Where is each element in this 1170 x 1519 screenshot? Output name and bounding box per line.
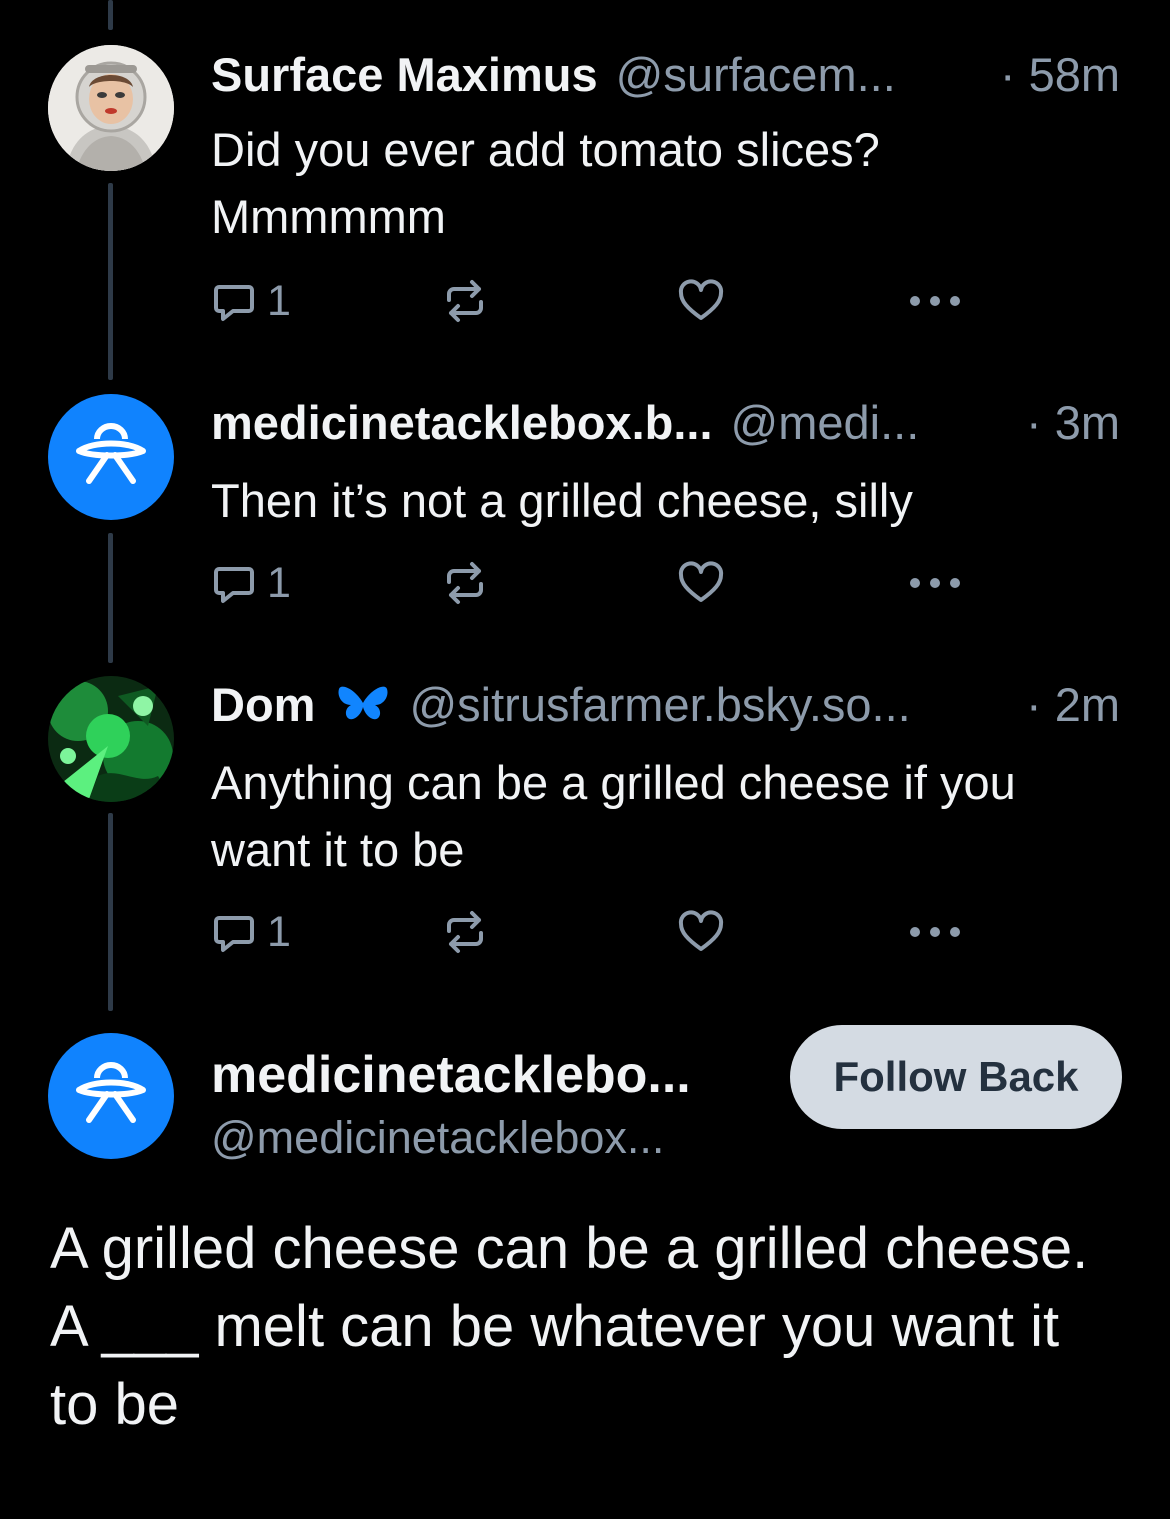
reply-count: 1 [267,276,291,325]
post-time[interactable]: · 2m [1026,677,1120,732]
thread-line [108,183,113,380]
avatar[interactable] [48,1033,174,1159]
like-button[interactable] [677,558,725,608]
default-avatar-icon [76,423,146,484]
author-handle[interactable]: @surfacem... [616,47,896,102]
more-button[interactable] [907,907,963,957]
like-icon [678,561,724,602]
more-icon [910,578,960,588]
reply-icon [214,567,254,603]
butterfly-icon [338,686,388,720]
post-header: Surface Maximus @surfacem... · 58m [211,46,1120,102]
post-text: Then it’s not a grilled cheese, silly [211,474,913,527]
more-icon [910,927,960,937]
repost-button[interactable] [441,276,489,326]
more-button[interactable] [907,558,963,608]
post-actions: 1 [211,276,971,326]
avatar[interactable] [48,676,174,802]
author-handle[interactable]: @sitrusfarmer.bsky.so... [409,677,910,732]
astronaut-avatar-icon [48,45,174,171]
reply-count: 1 [267,558,291,607]
default-avatar-icon [76,1062,146,1123]
post-header: Dom @sitrusfarmer.bsky.so... · 2m [211,676,1120,732]
repost-icon [447,562,483,604]
author-handle[interactable]: @medi... [731,395,920,450]
follow-back-button[interactable]: Follow Back [790,1025,1122,1129]
post-header: medicinetacklebox.b... @medi... · 3m [211,394,1120,450]
green-photo-avatar-icon [48,676,174,802]
reply-button[interactable]: 1 [211,276,291,326]
post-time[interactable]: · 58m [1000,47,1120,102]
thread-line [108,533,113,663]
avatar[interactable] [48,45,174,171]
repost-button[interactable] [441,907,489,957]
author-name[interactable]: medicinetacklebo... [211,1045,691,1105]
reply-icon [214,916,254,952]
like-icon [678,279,724,320]
more-button[interactable] [907,276,963,326]
thread-line [108,0,113,30]
repost-button[interactable] [441,558,489,608]
author-name[interactable]: Surface Maximus [211,47,598,102]
post-text: A grilled cheese can be a grilled cheese… [50,1216,1089,1437]
post-time[interactable]: · 3m [1026,395,1120,450]
author-name[interactable]: medicinetacklebox.b... [211,395,713,450]
author-handle[interactable]: @medicinetacklebox... [211,1112,664,1164]
avatar[interactable] [48,394,174,520]
reply-count: 1 [267,907,291,956]
reply-button[interactable]: 1 [211,558,291,608]
more-icon [910,296,960,306]
like-button[interactable] [677,276,725,326]
post-text: Anything can be a grilled cheese if you … [211,756,1016,876]
reply-icon [214,285,254,321]
post-actions: 1 [211,558,971,608]
repost-icon [447,280,483,322]
author-name[interactable]: Dom [211,677,315,732]
post-text: Did you ever add tomato slices? Mmmmmm [211,123,880,243]
like-button[interactable] [677,907,725,957]
repost-icon [447,911,483,953]
like-icon [678,910,724,951]
reply-button[interactable]: 1 [211,907,291,957]
thread-line [108,813,113,1011]
post-actions: 1 [211,907,971,957]
